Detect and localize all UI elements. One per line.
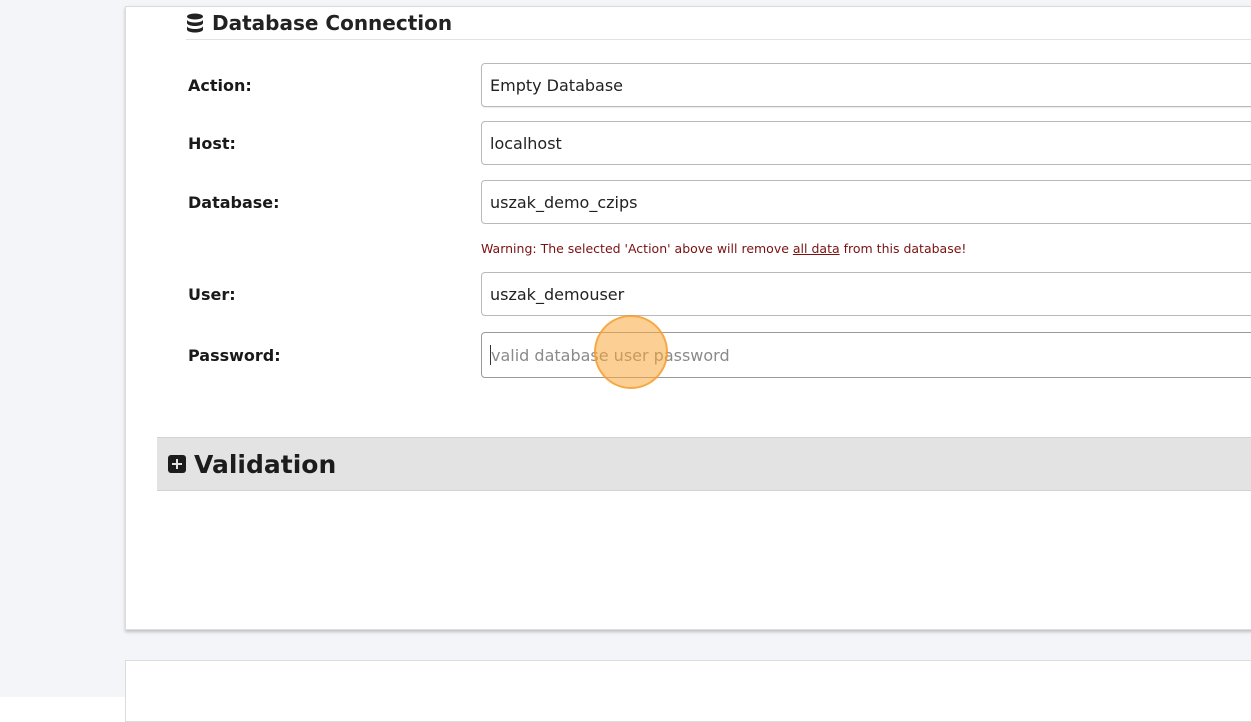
password-input[interactable]: valid database user password bbox=[481, 332, 1251, 378]
user-input[interactable]: uszak_demouser bbox=[481, 272, 1251, 316]
host-value: localhost bbox=[490, 133, 562, 153]
database-warning: Warning: The selected 'Action' above wil… bbox=[481, 241, 966, 256]
validation-title: Validation bbox=[194, 449, 337, 479]
host-label: Host: bbox=[188, 134, 236, 153]
next-panel bbox=[125, 660, 1251, 722]
action-label: Action: bbox=[188, 76, 252, 95]
database-label: Database: bbox=[188, 193, 280, 212]
password-placeholder: valid database user password bbox=[491, 345, 730, 365]
validation-section-toggle[interactable]: Validation bbox=[157, 437, 1251, 491]
database-icon bbox=[187, 13, 203, 33]
database-value: uszak_demo_czips bbox=[490, 192, 638, 212]
section-title: Database Connection bbox=[212, 11, 453, 35]
warning-prefix: Warning: The selected 'Action' above wil… bbox=[481, 241, 793, 256]
install-panel: Database Connection Action: Empty Databa… bbox=[125, 6, 1251, 630]
password-label: Password: bbox=[188, 346, 281, 365]
action-select[interactable]: Empty Database bbox=[481, 63, 1251, 107]
action-selected-value: Empty Database bbox=[490, 75, 624, 95]
host-input[interactable]: localhost bbox=[481, 121, 1251, 165]
warning-suffix: from this database! bbox=[839, 241, 967, 256]
database-connection-heading: Database Connection bbox=[186, 7, 1251, 40]
user-value: uszak_demouser bbox=[490, 284, 625, 304]
database-input[interactable]: uszak_demo_czips bbox=[481, 180, 1251, 224]
warning-emphasis: all data bbox=[792, 241, 840, 256]
plus-square-icon bbox=[168, 455, 186, 473]
user-label: User: bbox=[188, 285, 236, 304]
